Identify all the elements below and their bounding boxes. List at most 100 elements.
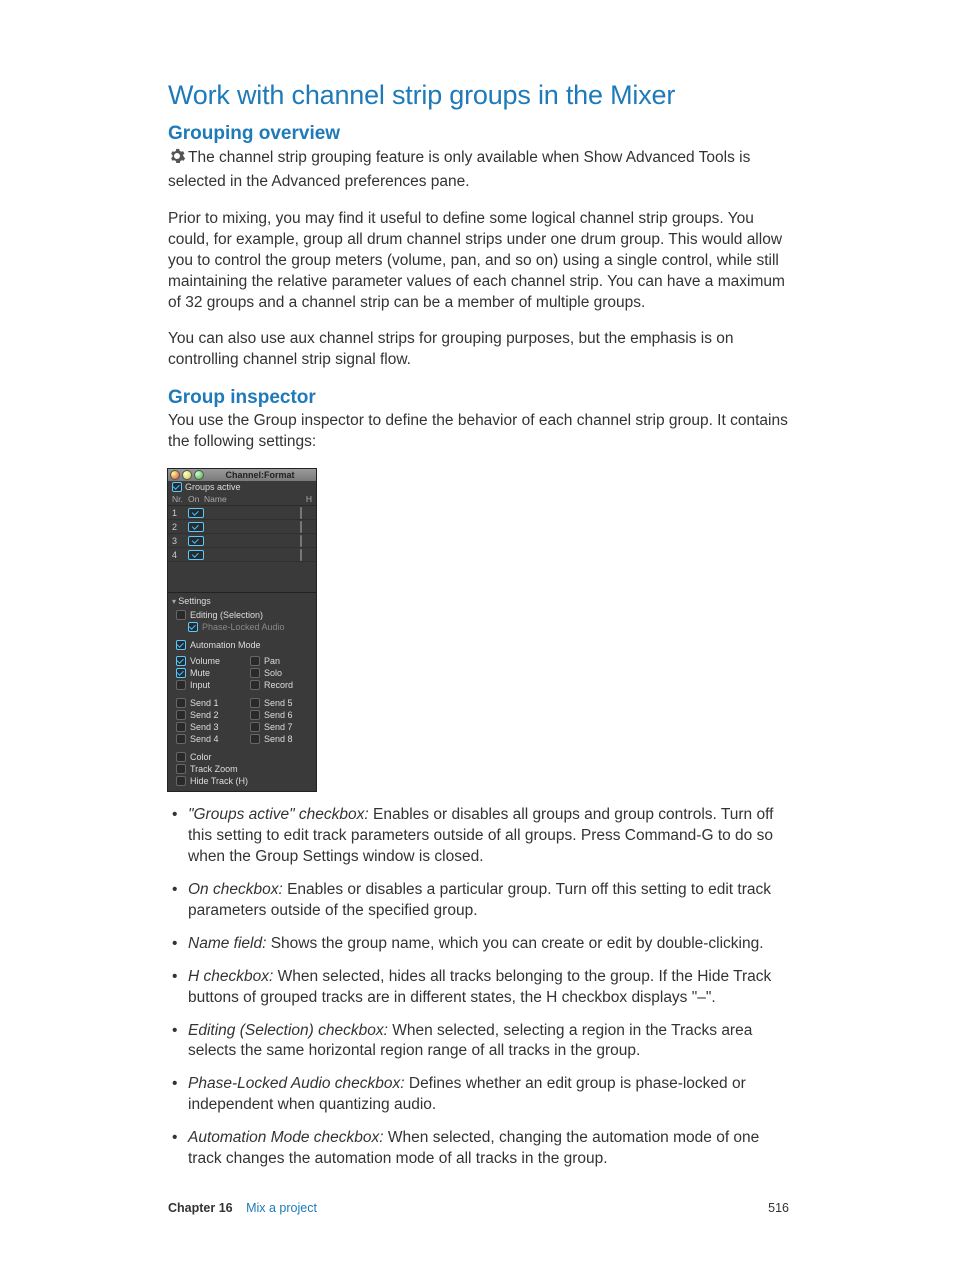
option-label: Track Zoom: [190, 764, 238, 774]
checkbox-icon: [300, 549, 302, 561]
row-h: [300, 522, 312, 532]
option-label: Phase-Locked Audio: [202, 622, 285, 632]
row-on: [188, 535, 204, 546]
section-label: Mix a project: [246, 1201, 317, 1215]
paragraph: You can also use aux channel strips for …: [168, 329, 789, 371]
option-row: Track Zoom: [168, 763, 316, 775]
option-label: Pan: [264, 656, 280, 666]
option-label: Automation Mode: [190, 640, 261, 650]
option-row: Color: [168, 751, 316, 763]
option-row: Mute: [168, 667, 242, 679]
checkbox-icon: [188, 622, 198, 632]
option-label: Send 7: [264, 722, 293, 732]
page-number: 516: [768, 1201, 789, 1215]
paragraph: You use the Group inspector to define th…: [168, 411, 789, 453]
minimize-icon: [182, 470, 192, 480]
col-name: Name: [204, 494, 300, 504]
checkbox-icon: [176, 698, 186, 708]
page-title: Work with channel strip groups in the Mi…: [168, 80, 789, 111]
option-label: Record: [264, 680, 293, 690]
section-heading-grouping: Grouping overview: [168, 123, 789, 145]
option-row: Solo: [242, 667, 316, 679]
checkbox-icon: [250, 722, 260, 732]
definition: Shows the group name, which you can crea…: [266, 935, 763, 952]
term: "Groups active" checkbox:: [188, 806, 369, 823]
option-row: Automation Mode: [168, 639, 316, 651]
option-label: Input: [190, 680, 210, 690]
option-label: Hide Track (H): [190, 776, 248, 786]
option-row: Send 2: [168, 709, 242, 721]
checkbox-icon: [176, 764, 186, 774]
term: On checkbox:: [188, 881, 283, 898]
gear-icon: [168, 147, 186, 172]
checkbox-icon: [250, 698, 260, 708]
definition-list: "Groups active" checkbox: Enables or dis…: [168, 805, 789, 1170]
table-row: 4: [168, 548, 316, 562]
checkbox-icon: [188, 536, 204, 546]
option-row: Hide Track (H): [168, 775, 316, 787]
col-on: On: [188, 494, 204, 504]
checkbox-icon: [188, 522, 204, 532]
section-heading-inspector: Group inspector: [168, 387, 789, 409]
list-item: Editing (Selection) checkbox: When selec…: [168, 1021, 789, 1063]
groups-active-row: Groups active: [168, 481, 316, 493]
term: Editing (Selection) checkbox:: [188, 1022, 388, 1039]
group-inspector-panel: Channel:Format Groups active Nr. On Name…: [168, 469, 316, 791]
option-label: Send 4: [190, 734, 219, 744]
option-row: Send 1: [168, 697, 242, 709]
option-label: Editing (Selection): [190, 610, 263, 620]
table-header: Nr. On Name H: [168, 493, 316, 506]
option-row: Send 5: [242, 697, 316, 709]
list-item: H checkbox: When selected, hides all tra…: [168, 967, 789, 1009]
term: H checkbox:: [188, 968, 273, 985]
option-label: Send 5: [264, 698, 293, 708]
checkbox-icon: [176, 734, 186, 744]
checkbox-icon: [176, 710, 186, 720]
checkbox-icon: [176, 610, 186, 620]
table-row: 3: [168, 534, 316, 548]
option-label: Send 3: [190, 722, 219, 732]
option-row: Send 6: [242, 709, 316, 721]
option-label: Send 2: [190, 710, 219, 720]
checkbox-icon: [176, 640, 186, 650]
row-h: [300, 536, 312, 546]
groups-active-checkbox: [172, 482, 182, 492]
option-label: Send 6: [264, 710, 293, 720]
option-row: Send 7: [242, 721, 316, 733]
option-label: Send 8: [264, 734, 293, 744]
close-icon: [170, 470, 180, 480]
checkbox-icon: [176, 722, 186, 732]
table-row: 2: [168, 520, 316, 534]
col-nr: Nr.: [172, 494, 188, 504]
checkbox-icon: [250, 656, 260, 666]
option-row: Phase-Locked Audio: [168, 621, 316, 633]
checkbox-icon: [300, 507, 302, 519]
option-row: Send 8: [242, 733, 316, 745]
list-item: Name field: Shows the group name, which …: [168, 934, 789, 955]
option-row: Pan: [242, 655, 316, 667]
option-row: Volume: [168, 655, 242, 667]
row-h: [300, 550, 312, 560]
page-footer: Chapter 16 Mix a project 516: [168, 1201, 789, 1215]
option-row: Record: [242, 679, 316, 691]
row-on: [188, 549, 204, 560]
checkbox-icon: [250, 668, 260, 678]
list-item: Phase-Locked Audio checkbox: Defines whe…: [168, 1074, 789, 1116]
paragraph: The channel strip grouping feature is on…: [168, 147, 789, 193]
checkbox-icon: [176, 668, 186, 678]
col-h: H: [300, 494, 312, 504]
checkbox-icon: [176, 680, 186, 690]
option-row: Send 3: [168, 721, 242, 733]
checkbox-icon: [188, 508, 204, 518]
checkbox-icon: [176, 752, 186, 762]
groups-active-label: Groups active: [185, 482, 241, 492]
row-number: 2: [172, 522, 188, 532]
checkbox-icon: [176, 776, 186, 786]
option-label: Mute: [190, 668, 210, 678]
row-h: [300, 508, 312, 518]
option-label: Volume: [190, 656, 220, 666]
option-label: Solo: [264, 668, 282, 678]
checkbox-icon: [250, 680, 260, 690]
settings-label: Settings: [168, 592, 316, 609]
checkbox-icon: [188, 550, 204, 560]
